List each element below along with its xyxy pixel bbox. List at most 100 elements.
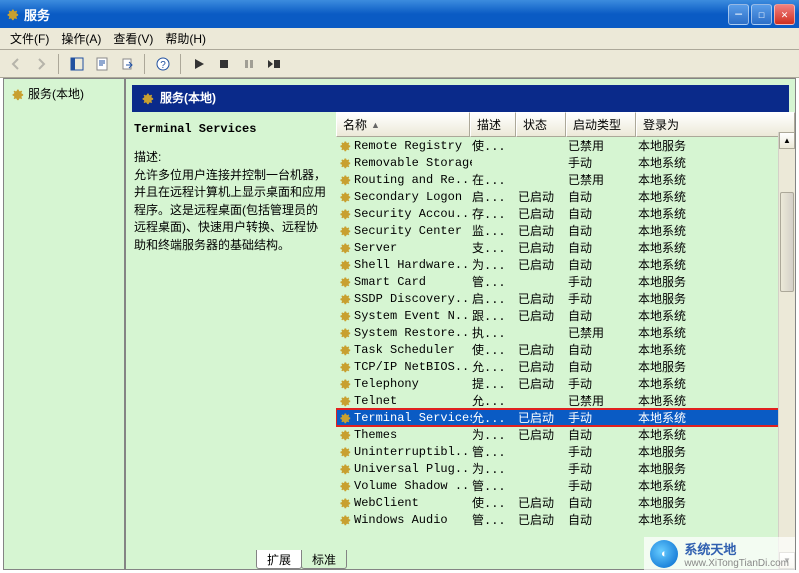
cell-startup: 自动 — [568, 307, 638, 324]
column-startup[interactable]: 启动类型 — [566, 112, 636, 137]
menu-action[interactable]: 操作(A) — [55, 28, 107, 49]
menu-view[interactable]: 查看(V) — [107, 28, 159, 49]
column-description[interactable]: 描述 — [470, 112, 516, 137]
export-button[interactable] — [115, 53, 138, 75]
cell-status: 已启动 — [518, 375, 568, 392]
cell-desc: 提... — [472, 375, 518, 392]
cell-name: Routing and Re... — [354, 173, 472, 187]
cell-name: Terminal Services — [354, 411, 472, 425]
service-row[interactable]: Shell Hardware...为...已启动自动本地系统 — [336, 256, 795, 273]
cell-startup: 自动 — [568, 222, 638, 239]
forward-button[interactable] — [29, 53, 52, 75]
maximize-button[interactable]: ☐ — [751, 4, 772, 25]
content-area: 服务(本地) 服务(本地) Terminal Services 描述: 允许多位… — [3, 78, 796, 570]
vertical-scrollbar[interactable]: ▲ ▼ — [778, 132, 795, 569]
tree-root-services[interactable]: 服务(本地) — [8, 83, 120, 104]
window-title: 服务 — [24, 5, 728, 24]
service-row[interactable]: Uninterruptibl...管...手动本地服务 — [336, 443, 795, 460]
service-row[interactable]: WebClient使...已启动自动本地服务 — [336, 494, 795, 511]
cell-desc: 监... — [472, 222, 518, 239]
cell-logon: 本地系统 — [638, 222, 795, 239]
service-row[interactable]: Terminal Services允...已启动手动本地系统 — [336, 409, 795, 426]
description-label: 描述: — [134, 148, 328, 165]
cell-name: Shell Hardware... — [354, 258, 472, 272]
minimize-button[interactable]: ─ — [728, 4, 749, 25]
service-row[interactable]: Security Center监...已启动自动本地系统 — [336, 222, 795, 239]
show-hide-tree-button[interactable] — [65, 53, 88, 75]
service-row[interactable]: Security Accou...存...已启动自动本地系统 — [336, 205, 795, 222]
service-row[interactable]: Volume Shadow ...管...手动本地系统 — [336, 477, 795, 494]
tree-pane: 服务(本地) — [4, 79, 126, 569]
service-row[interactable]: TCP/IP NetBIOS...允...已启动自动本地服务 — [336, 358, 795, 375]
service-row[interactable]: SSDP Discovery...启...已启动手动本地服务 — [336, 290, 795, 307]
cell-status: 已启动 — [518, 205, 568, 222]
cell-logon: 本地服务 — [638, 273, 795, 290]
info-column: Terminal Services 描述: 允许多位用户连接并控制一台机器，并且… — [126, 112, 336, 569]
service-row[interactable]: Server支...已启动自动本地系统 — [336, 239, 795, 256]
cell-desc: 为... — [472, 256, 518, 273]
cell-status: 已启动 — [518, 222, 568, 239]
menu-help[interactable]: 帮助(H) — [159, 28, 212, 49]
cell-status: 已启动 — [518, 256, 568, 273]
start-service-button[interactable] — [187, 53, 210, 75]
service-row[interactable]: Task Scheduler使...已启动自动本地系统 — [336, 341, 795, 358]
cell-name: WebClient — [354, 496, 472, 510]
restart-service-button[interactable] — [262, 53, 285, 75]
help-button[interactable]: ? — [151, 53, 174, 75]
menubar: 文件(F) 操作(A) 查看(V) 帮助(H) — [0, 28, 799, 50]
tab-standard[interactable]: 标准 — [301, 550, 347, 569]
tab-extended[interactable]: 扩展 — [256, 550, 302, 569]
cell-desc: 跟... — [472, 307, 518, 324]
cell-status: 已启动 — [518, 494, 568, 511]
service-row[interactable]: System Event N...跟...已启动自动本地系统 — [336, 307, 795, 324]
column-logon[interactable]: 登录为 — [636, 112, 795, 137]
cell-startup: 手动 — [568, 154, 638, 171]
service-row[interactable]: Telephony提...已启动手动本地系统 — [336, 375, 795, 392]
cell-startup: 自动 — [568, 188, 638, 205]
cell-startup: 已禁用 — [568, 171, 638, 188]
service-row[interactable]: Routing and Re...在...已禁用本地系统 — [336, 171, 795, 188]
service-row[interactable]: Themes为...已启动自动本地系统 — [336, 426, 795, 443]
detail-header: 服务(本地) — [132, 85, 789, 112]
scroll-thumb[interactable] — [780, 192, 794, 292]
service-row[interactable]: Telnet允...已禁用本地系统 — [336, 392, 795, 409]
cell-desc: 为... — [472, 426, 518, 443]
service-row[interactable]: Remote Registry使...已禁用本地服务 — [336, 137, 795, 154]
detail-pane: 服务(本地) Terminal Services 描述: 允许多位用户连接并控制… — [126, 79, 795, 569]
service-row[interactable]: Smart Card管...手动本地服务 — [336, 273, 795, 290]
cell-name: TCP/IP NetBIOS... — [354, 360, 472, 374]
cell-logon: 本地系统 — [638, 341, 795, 358]
cell-desc: 允... — [472, 392, 518, 409]
cell-desc: 允... — [472, 358, 518, 375]
sort-asc-icon: ▲ — [371, 120, 380, 130]
cell-logon: 本地系统 — [638, 239, 795, 256]
close-button[interactable]: ✕ — [774, 4, 795, 25]
cell-name: Security Center — [354, 224, 472, 238]
menu-file[interactable]: 文件(F) — [4, 28, 55, 49]
stop-service-button[interactable] — [212, 53, 235, 75]
cell-status: 已启动 — [518, 239, 568, 256]
service-row[interactable]: Secondary Logon启...已启动自动本地系统 — [336, 188, 795, 205]
cell-name: Themes — [354, 428, 472, 442]
service-row[interactable]: System Restore...执...已禁用本地系统 — [336, 324, 795, 341]
cell-status: 已启动 — [518, 409, 568, 426]
column-status[interactable]: 状态 — [516, 112, 566, 137]
service-row[interactable]: Universal Plug...为...手动本地服务 — [336, 460, 795, 477]
cell-logon: 本地系统 — [638, 171, 795, 188]
cell-logon: 本地系统 — [638, 477, 795, 494]
cell-name: Task Scheduler — [354, 343, 472, 357]
service-row[interactable]: Removable Storage手动本地系统 — [336, 154, 795, 171]
toolbar-separator — [144, 54, 145, 74]
back-button[interactable] — [4, 53, 27, 75]
cell-desc: 启... — [472, 290, 518, 307]
cell-logon: 本地系统 — [638, 426, 795, 443]
properties-button[interactable] — [90, 53, 113, 75]
service-row[interactable]: Windows Audio管...已启动自动本地系统 — [336, 511, 795, 528]
cell-startup: 自动 — [568, 511, 638, 528]
watermark-logo-icon: ◐ — [650, 540, 678, 568]
cell-logon: 本地系统 — [638, 409, 795, 426]
cell-status: 已启动 — [518, 341, 568, 358]
pause-service-button[interactable] — [237, 53, 260, 75]
column-name[interactable]: 名称▲ — [336, 112, 470, 137]
scroll-up-button[interactable]: ▲ — [779, 132, 795, 149]
